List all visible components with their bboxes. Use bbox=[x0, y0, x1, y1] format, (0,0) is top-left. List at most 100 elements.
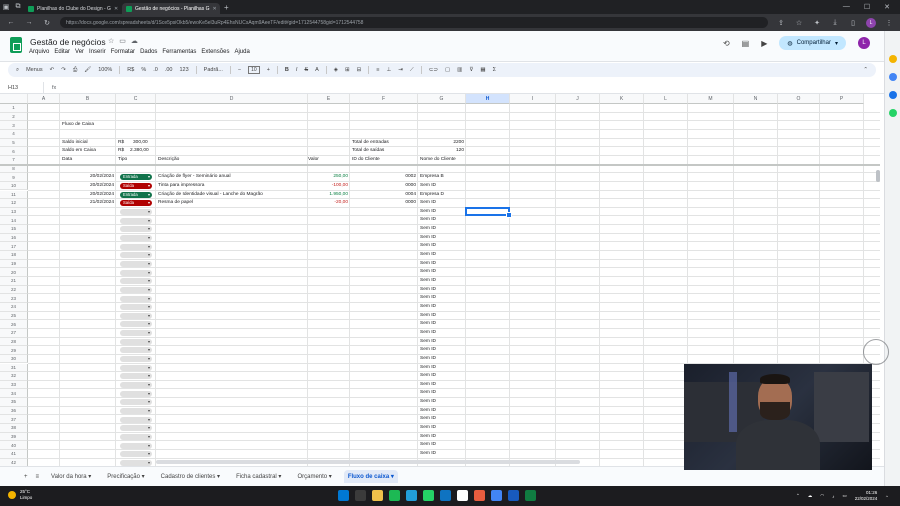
tipo-dropdown-empty[interactable]: ▾ bbox=[120, 408, 152, 414]
sidepanel-icon[interactable]: ▯ bbox=[848, 19, 858, 27]
row-header-34[interactable]: 34 bbox=[0, 389, 28, 398]
extension-icon[interactable]: ✦ bbox=[812, 19, 822, 27]
maximize-icon[interactable]: ☐ bbox=[864, 3, 870, 11]
download-icon[interactable]: ⤓ bbox=[830, 19, 840, 27]
menu-extensoes[interactable]: Extensões bbox=[201, 49, 229, 55]
vertical-align-icon[interactable]: ⊥ bbox=[386, 67, 391, 73]
insert-chart-icon[interactable]: ▥ bbox=[457, 67, 462, 73]
strikethrough-icon[interactable]: S bbox=[304, 67, 308, 73]
file-explorer-icon[interactable] bbox=[372, 490, 383, 501]
tipo-dropdown-empty[interactable]: ▾ bbox=[120, 391, 152, 397]
row-header-1[interactable]: 1 bbox=[0, 104, 28, 113]
column-header-b[interactable]: B bbox=[60, 94, 116, 104]
menu-inserir[interactable]: Inserir bbox=[89, 49, 106, 55]
excel-icon[interactable] bbox=[525, 490, 536, 501]
paint-format-icon[interactable]: 🖌 bbox=[84, 67, 91, 73]
merge-cells-icon[interactable]: ⊟ bbox=[357, 67, 362, 73]
tipo-dropdown-empty[interactable]: ▾ bbox=[120, 261, 152, 267]
whatsapp-icon[interactable] bbox=[889, 109, 897, 117]
row-header-15[interactable]: 15 bbox=[0, 225, 28, 234]
notion-icon[interactable] bbox=[457, 490, 468, 501]
column-header-g[interactable]: G bbox=[418, 94, 466, 104]
row-header-19[interactable]: 19 bbox=[0, 260, 28, 269]
bold-icon[interactable]: B bbox=[285, 67, 289, 73]
horizontal-align-icon[interactable]: ≡ bbox=[376, 67, 379, 73]
row-header-8[interactable]: 8 bbox=[0, 165, 28, 174]
undo-icon[interactable]: ↶ bbox=[50, 67, 55, 73]
row-header-26[interactable]: 26 bbox=[0, 320, 28, 329]
row-header-13[interactable]: 13 bbox=[0, 208, 28, 217]
tipo-dropdown-empty[interactable]: ▾ bbox=[120, 382, 152, 388]
row-header-35[interactable]: 35 bbox=[0, 398, 28, 407]
tipo-dropdown-empty[interactable]: ▾ bbox=[120, 209, 152, 215]
row-header-10[interactable]: 10 bbox=[0, 182, 28, 191]
clock[interactable]: 01:2622/02/2024 bbox=[855, 490, 878, 502]
row-header-22[interactable]: 22 bbox=[0, 286, 28, 295]
column-header-j[interactable]: J bbox=[556, 94, 600, 104]
whatsapp-taskbar-icon[interactable] bbox=[423, 490, 434, 501]
tipo-dropdown-empty[interactable]: ▾ bbox=[120, 434, 152, 440]
tipo-dropdown-empty[interactable]: ▾ bbox=[120, 347, 152, 353]
row-header-30[interactable]: 30 bbox=[0, 355, 28, 364]
row-header-24[interactable]: 24 bbox=[0, 303, 28, 312]
tipo-dropdown-empty[interactable]: ▾ bbox=[120, 304, 152, 310]
tipo-dropdown-empty[interactable]: ▾ bbox=[120, 330, 152, 336]
spotify-icon[interactable] bbox=[389, 490, 400, 501]
sheet-tab-precificacao[interactable]: Precificação ▾ bbox=[103, 470, 148, 483]
reload-icon[interactable]: ↻ bbox=[42, 19, 52, 27]
name-box[interactable]: H13 bbox=[0, 82, 44, 93]
row-header-25[interactable]: 25 bbox=[0, 312, 28, 321]
menu-arquivo[interactable]: Arquivo bbox=[29, 49, 49, 55]
meet-icon[interactable]: ▶ bbox=[761, 39, 767, 48]
column-header-n[interactable]: N bbox=[734, 94, 778, 104]
column-header-h[interactable]: H bbox=[466, 94, 510, 104]
all-sheets-icon[interactable]: ≡ bbox=[36, 474, 40, 480]
tipo-dropdown-empty[interactable]: ▾ bbox=[120, 252, 152, 258]
new-tab-icon[interactable]: + bbox=[224, 3, 229, 12]
select-all-corner[interactable] bbox=[0, 94, 28, 104]
zoom-select[interactable]: 100% bbox=[98, 67, 112, 73]
column-header-l[interactable]: L bbox=[644, 94, 688, 104]
tipo-dropdown-empty[interactable]: ▾ bbox=[120, 373, 152, 379]
column-header-a[interactable]: A bbox=[28, 94, 60, 104]
search-menus-label[interactable]: Menus bbox=[26, 67, 43, 73]
tipo-dropdown-empty[interactable]: ▾ bbox=[120, 287, 152, 293]
row-header-27[interactable]: 27 bbox=[0, 329, 28, 338]
insert-comment-icon[interactable]: ▢ bbox=[445, 67, 450, 73]
formula-input[interactable] bbox=[56, 82, 884, 93]
tipo-dropdown-empty[interactable]: ▾ bbox=[120, 270, 152, 276]
italic-icon[interactable]: I bbox=[296, 67, 298, 73]
print-icon[interactable]: ⎙ bbox=[73, 67, 77, 74]
increase-decimal-button[interactable]: .00 bbox=[165, 67, 173, 73]
tipo-dropdown-empty[interactable]: ▾ bbox=[120, 235, 152, 241]
row-header-5[interactable]: 5 bbox=[0, 139, 28, 148]
chrome-icon[interactable] bbox=[491, 490, 502, 501]
forward-icon[interactable]: → bbox=[24, 19, 34, 26]
share-button[interactable]: ◍ Compartilhar ▾ bbox=[779, 36, 846, 50]
wifi-icon[interactable]: ◠ bbox=[820, 493, 824, 499]
sheet-tab-cadastro-de-clientes[interactable]: Cadastro de clientes ▾ bbox=[157, 470, 224, 483]
bookmark-star-icon[interactable]: ☆ bbox=[794, 19, 804, 27]
sheet-tab-orcamento[interactable]: Orçamento ▾ bbox=[293, 470, 335, 483]
onedrive-icon[interactable]: ☁ bbox=[808, 493, 813, 499]
font-size-increase-icon[interactable]: + bbox=[267, 67, 270, 73]
row-header-16[interactable]: 16 bbox=[0, 234, 28, 243]
column-header-e[interactable]: E bbox=[308, 94, 350, 104]
tipo-dropdown-empty[interactable]: ▾ bbox=[120, 425, 152, 431]
row-header-32[interactable]: 32 bbox=[0, 372, 28, 381]
tipo-dropdown-empty[interactable]: ▾ bbox=[120, 226, 152, 232]
column-header-p[interactable]: P bbox=[820, 94, 864, 104]
redo-icon[interactable]: ↷ bbox=[61, 67, 66, 73]
decrease-decimal-button[interactable]: .0 bbox=[153, 67, 158, 73]
figma-icon[interactable] bbox=[474, 490, 485, 501]
font-select[interactable]: Padrã... bbox=[204, 67, 223, 73]
edge-icon[interactable] bbox=[440, 490, 451, 501]
sheets-logo-icon[interactable] bbox=[10, 37, 22, 53]
fill-color-icon[interactable]: ◈ bbox=[334, 67, 338, 73]
sheet-tab-valor-da-hora[interactable]: Valor da hora ▾ bbox=[47, 470, 95, 483]
row-header-17[interactable]: 17 bbox=[0, 242, 28, 251]
row-header-20[interactable]: 20 bbox=[0, 268, 28, 277]
sheet-tab-fluxo-de-caixa[interactable]: Fluxo de caixa ▾ bbox=[344, 470, 398, 483]
menu-ver[interactable]: Ver bbox=[75, 49, 84, 55]
tipo-dropdown-empty[interactable]: ▾ bbox=[120, 460, 152, 466]
